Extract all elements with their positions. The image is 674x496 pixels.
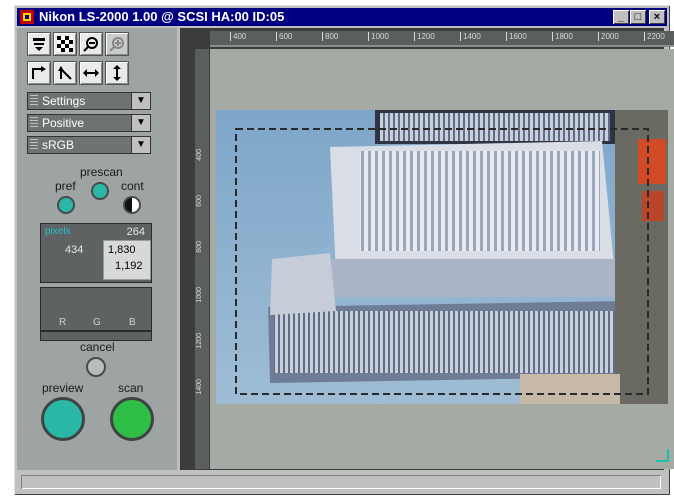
height-value: 1,192 [115, 260, 143, 272]
rotate-right-button[interactable] [27, 61, 51, 85]
ruler-tick-label: 1000 [368, 32, 389, 41]
status-bar [17, 473, 667, 492]
cancel-button[interactable] [86, 357, 106, 377]
cancel-label: cancel [80, 340, 115, 354]
scan-canvas[interactable] [210, 49, 674, 469]
ruler-tick-label: 1800 [552, 32, 573, 41]
chevron-down-icon[interactable]: ▼ [131, 93, 150, 109]
rotate-left-button[interactable] [53, 61, 77, 85]
flip-vertical-icon [113, 65, 121, 81]
zoom-out-icon [83, 37, 98, 52]
horizontal-ruler: 400 600 800 1000 1200 1400 1600 1800 2000 2200 [210, 31, 674, 47]
top-value: 264 [126, 226, 145, 238]
film-holder-icon [33, 38, 45, 51]
preview-image [216, 110, 669, 462]
ruler-tick-label: 1400 [196, 379, 203, 395]
pref-button[interactable] [57, 196, 75, 214]
checker-button[interactable] [53, 32, 77, 56]
flip-horizontal-button[interactable] [79, 61, 103, 85]
ruler-tick-label: 1200 [196, 333, 203, 349]
title-bar[interactable]: Nikon LS-2000 1.00 @ SCSI HA:00 ID:05 _ … [17, 8, 667, 26]
preview-label: preview [42, 381, 84, 395]
window-title: Nikon LS-2000 1.00 @ SCSI HA:00 ID:05 [39, 9, 285, 24]
settings-dropdown[interactable]: Settings ▼ [27, 92, 151, 110]
color-space-dropdown-value: sRGB [42, 138, 75, 152]
unit-label: pixels [45, 226, 71, 237]
checker-icon [57, 36, 73, 52]
ruler-tick-label: 600 [276, 32, 292, 41]
ruler-tick-label: 400 [230, 32, 246, 41]
ruler-tick-label: 1200 [414, 32, 435, 41]
mode-dropdown-value: Positive [42, 116, 85, 130]
ruler-tick-label: 1000 [196, 287, 203, 303]
mode-dropdown[interactable]: Positive ▼ [27, 114, 151, 132]
color-space-dropdown[interactable]: sRGB ▼ [27, 136, 151, 154]
film-holder-button[interactable] [27, 32, 51, 56]
cont-button[interactable] [123, 196, 141, 214]
scanner-window: Nikon LS-2000 1.00 @ SCSI HA:00 ID:05 _ … [14, 5, 674, 495]
ruler-tick-label: 400 [196, 149, 203, 161]
width-value: 1,830 [108, 244, 136, 256]
rotate-right-icon [32, 66, 46, 79]
scan-button[interactable] [110, 397, 154, 441]
grip-icon [30, 139, 38, 151]
flip-vertical-button[interactable] [105, 61, 129, 85]
pref-label: pref [55, 179, 76, 193]
status-field [21, 475, 661, 489]
rotate-left-icon [58, 66, 72, 80]
ruler-tick-label: 2200 [644, 32, 665, 41]
maximize-button[interactable]: □ [630, 10, 646, 24]
ruler-tick-label: 800 [196, 241, 203, 253]
ruler-tick-label: 2000 [598, 32, 619, 41]
ruler-tick-label: 1600 [506, 32, 527, 41]
chevron-down-icon[interactable]: ▼ [131, 137, 150, 153]
info-panel: pixels 264 434 1,830 1,192 [40, 223, 152, 283]
zoom-out-button[interactable] [79, 32, 103, 56]
minimize-icon: _ [617, 11, 625, 23]
zoom-in-icon [109, 37, 124, 52]
vertical-ruler: 400 600 800 1000 1200 1400 [195, 49, 209, 469]
close-icon: × [653, 11, 661, 23]
minimize-button[interactable]: _ [613, 10, 629, 24]
app-icon [20, 10, 34, 24]
left-value: 434 [65, 244, 84, 256]
green-channel-label: G [93, 317, 101, 328]
ruler-tick-label: 800 [322, 32, 338, 41]
histogram-panel: R G B [40, 287, 152, 331]
preview-button[interactable] [41, 397, 85, 441]
grip-icon [30, 95, 38, 107]
chevron-down-icon[interactable]: ▼ [131, 115, 150, 131]
zoom-in-button[interactable] [105, 32, 129, 56]
blue-channel-label: B [129, 317, 136, 328]
ruler-tick-label: 600 [196, 195, 203, 207]
prescan-label: prescan [80, 165, 123, 179]
ruler-tick-label: 1400 [460, 32, 481, 41]
scan-label: scan [118, 381, 144, 395]
cont-label: cont [121, 179, 144, 193]
settings-dropdown-value: Settings [42, 94, 86, 108]
close-button[interactable]: × [649, 10, 665, 24]
grip-icon [30, 117, 38, 129]
flip-horizontal-icon [83, 69, 99, 77]
red-channel-label: R [59, 317, 67, 328]
prescan-button[interactable] [91, 182, 109, 200]
maximize-icon: □ [634, 11, 642, 23]
